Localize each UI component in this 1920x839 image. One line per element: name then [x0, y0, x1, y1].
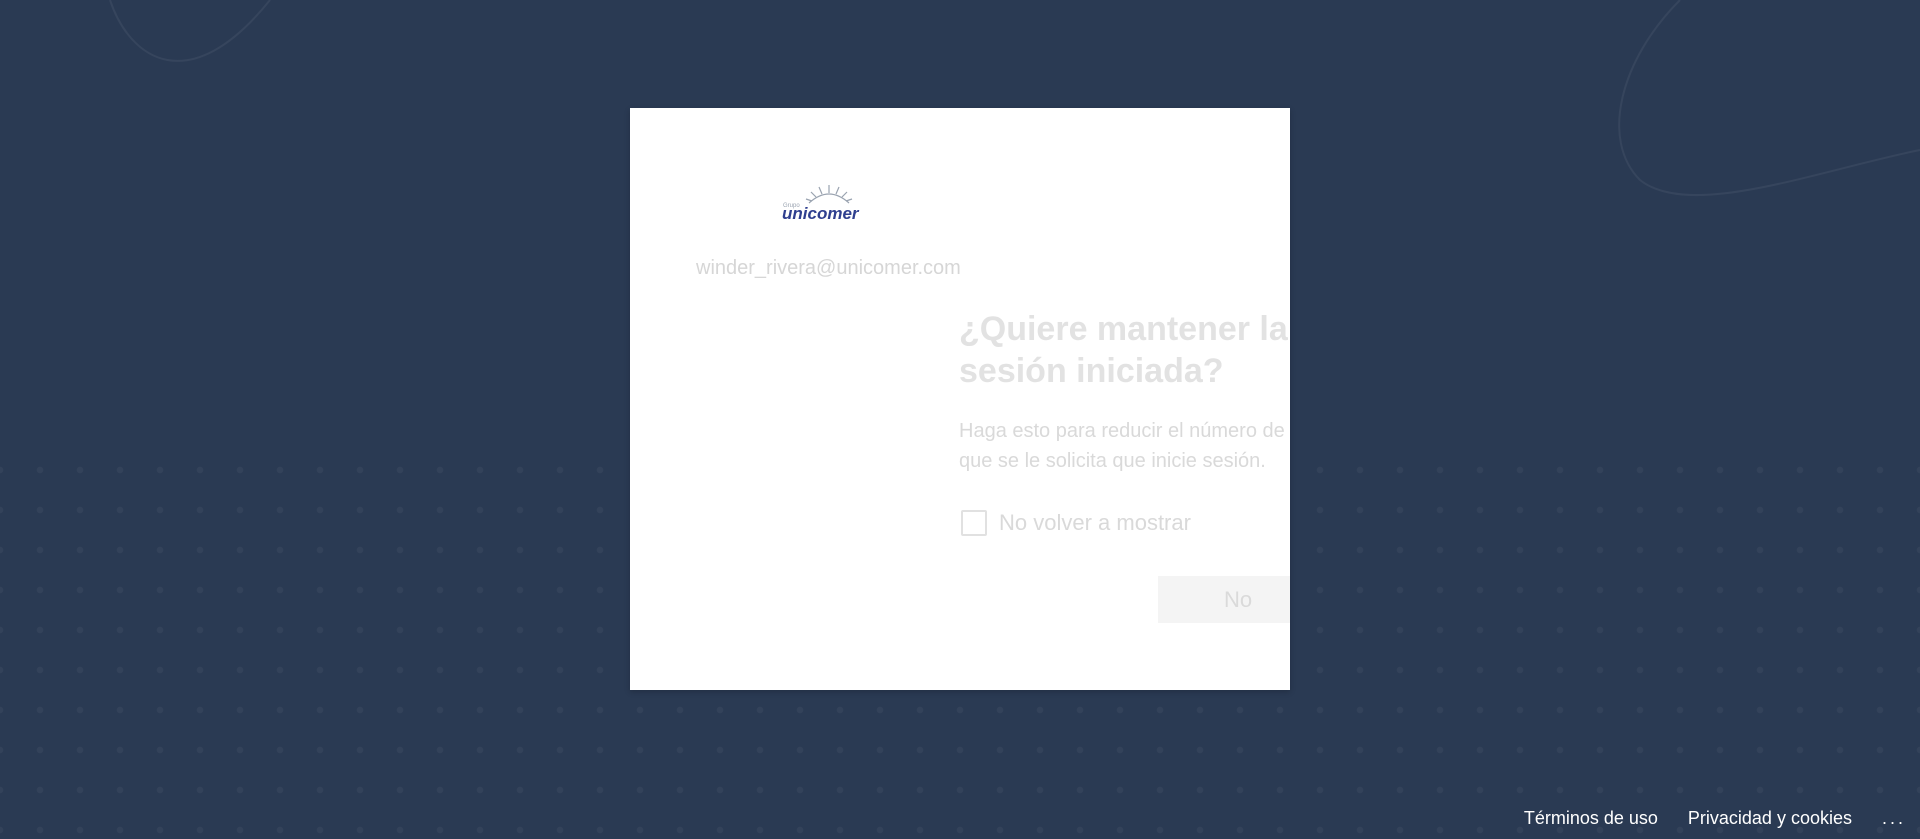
dont-show-again-row[interactable]: No volver a mostrar — [961, 510, 1191, 536]
signin-card: Grupo unicomer winder_rivera@unicomer.co… — [630, 108, 1290, 690]
logo-wordmark: unicomer — [782, 204, 860, 223]
dont-show-again-label: No volver a mostrar — [999, 510, 1191, 535]
page-footer: Términos de uso Privacidad y cookies ... — [1524, 797, 1920, 839]
page-description: Haga esto para reducir el número de vece… — [959, 420, 1290, 472]
more-options-icon[interactable]: ... — [1882, 808, 1906, 829]
privacy-link[interactable]: Privacidad y cookies — [1688, 808, 1852, 829]
stay-signed-in-panel: ¿Quiere mantener la sesión iniciada? Hag… — [959, 308, 1290, 476]
account-identity: winder_rivera@unicomer.com — [696, 257, 961, 279]
unicomer-logo: Grupo unicomer — [782, 185, 860, 223]
terms-link[interactable]: Términos de uso — [1524, 808, 1658, 829]
page-title: ¿Quiere mantener la sesión iniciada? — [959, 310, 1288, 390]
no-button[interactable]: No — [1158, 576, 1290, 623]
dont-show-again-checkbox[interactable] — [961, 510, 987, 536]
